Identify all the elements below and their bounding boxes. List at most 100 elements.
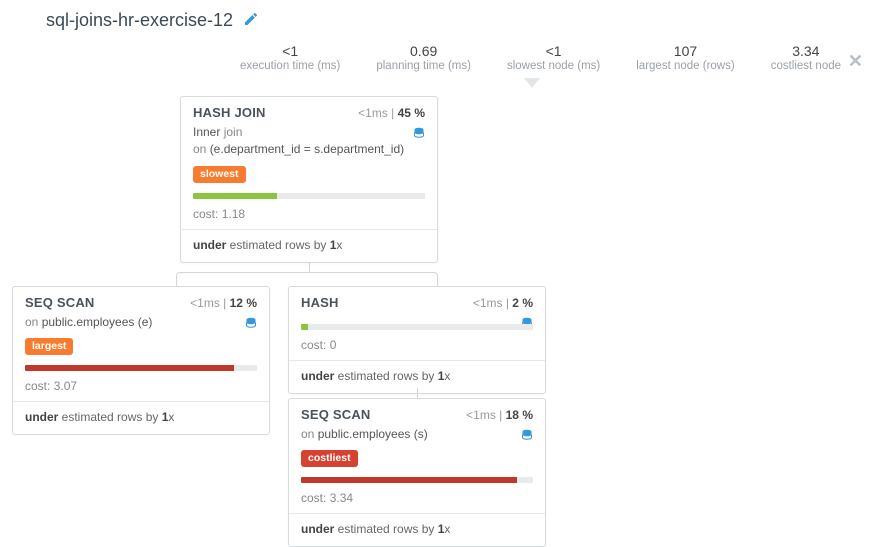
node-header: SEQ SCAN <1ms | 12 % — [13, 287, 269, 312]
node-cost: cost: 0 — [289, 336, 545, 360]
cost-val: 3.34 — [330, 491, 353, 505]
badge-slowest: slowest — [193, 166, 246, 183]
pct-val: 2 — [512, 296, 519, 310]
node-hash-join[interactable]: HASH JOIN <1ms | 45 % Inner join on (e.d… — [180, 96, 438, 263]
node-hash[interactable]: HASH <1ms | 2 % cost: 0 under estimated … — [288, 286, 546, 394]
cost-label: cost: — [301, 338, 330, 352]
pct-val: 45 — [398, 106, 411, 120]
time-unit: ms — [480, 408, 496, 422]
cost-val: 0 — [330, 338, 337, 352]
under-b: estimated rows by — [58, 410, 161, 424]
bar-fill — [25, 365, 234, 371]
node-seq-scan-employees-s[interactable]: SEQ SCAN <1ms | 18 % on public.employees… — [288, 398, 546, 547]
stat-largest-node: 107 largest node (rows) — [636, 43, 734, 72]
plan-tree: HASH JOIN <1ms | 45 % Inner join on (e.d… — [0, 82, 893, 542]
stats-row: <1 execution time (ms) 0.69 planning tim… — [0, 37, 893, 82]
stat-costliest-node: 3.34 costliest node — [771, 43, 841, 72]
bar-fill — [301, 324, 308, 330]
node-cost: cost: 3.07 — [13, 377, 269, 401]
page-title: sql-joins-hr-exercise-12 — [46, 10, 233, 31]
stat-label: planning time (ms) — [376, 60, 471, 72]
detail-grey: join — [224, 125, 243, 139]
under-a: under — [25, 410, 58, 424]
node-timing: <1ms | 12 % — [190, 296, 257, 310]
node-timing: <1ms | 2 % — [473, 296, 533, 310]
under-a: under — [193, 238, 226, 252]
stat-label: largest node (rows) — [636, 60, 734, 72]
close-icon[interactable]: ✕ — [848, 51, 863, 72]
stat-planning-time: 0.69 planning time (ms) — [376, 43, 471, 72]
connector — [176, 272, 438, 286]
node-detail: on public.employees (s) — [289, 424, 545, 449]
progress-bar — [25, 365, 257, 371]
bar-fill — [301, 477, 517, 483]
time-unit: ms — [204, 296, 220, 310]
detail-cond: public.employees (e) — [42, 315, 153, 329]
node-detail — [289, 312, 545, 320]
node-timing: <1ms | 45 % — [358, 106, 425, 120]
node-title: SEQ SCAN — [301, 407, 371, 422]
detail-cond: public.employees (s) — [318, 427, 428, 441]
edit-icon[interactable] — [243, 11, 259, 30]
detail-on: on — [25, 315, 42, 329]
pointer-top — [524, 78, 540, 88]
stat-execution-time: <1 execution time (ms) — [240, 43, 340, 72]
stat-slowest-node: <1 slowest node (ms) — [507, 43, 600, 72]
stat-label: execution time (ms) — [240, 60, 340, 72]
cost-label: cost: — [301, 491, 330, 505]
progress-bar — [301, 324, 533, 330]
node-title: SEQ SCAN — [25, 295, 95, 310]
connector-line — [417, 388, 418, 398]
progress-bar — [193, 193, 425, 199]
node-header: HASH <1ms | 2 % — [289, 287, 545, 312]
detail-cond: (e.department_id = s.department_id) — [210, 142, 404, 156]
under-d: x — [168, 410, 174, 424]
badge-costliest: costliest — [301, 450, 358, 467]
under-d: x — [444, 522, 450, 536]
detail-on: on — [193, 142, 210, 156]
stat-value: <1 — [507, 43, 600, 59]
under-b: estimated rows by — [334, 369, 437, 383]
node-cost: cost: 1.18 — [181, 205, 437, 229]
database-icon — [521, 428, 533, 447]
node-cost: cost: 3.34 — [289, 489, 545, 513]
row-estimate: under estimated rows by 1x — [289, 514, 545, 546]
under-b: estimated rows by — [226, 238, 329, 252]
row-estimate: under estimated rows by 1x — [181, 230, 437, 262]
under-d: x — [336, 238, 342, 252]
time-val: <1 — [190, 296, 204, 310]
time-val: <1 — [473, 296, 487, 310]
header: sql-joins-hr-exercise-12 — [0, 0, 893, 37]
row-estimate: under estimated rows by 1x — [13, 402, 269, 434]
under-b: estimated rows by — [334, 522, 437, 536]
time-val: <1 — [358, 106, 372, 120]
stat-label: slowest node (ms) — [507, 60, 600, 72]
node-timing: <1ms | 18 % — [466, 408, 533, 422]
node-header: HASH JOIN <1ms | 45 % — [181, 97, 437, 122]
badge-largest: largest — [25, 338, 73, 355]
database-icon — [413, 126, 425, 145]
stat-value: 107 — [636, 43, 734, 59]
cost-label: cost: — [193, 207, 222, 221]
cost-label: cost: — [25, 379, 54, 393]
under-a: under — [301, 369, 334, 383]
time-val: <1 — [466, 408, 480, 422]
connector-line — [309, 262, 310, 272]
pct-val: 12 — [230, 296, 243, 310]
under-d: x — [444, 369, 450, 383]
bar-fill — [193, 193, 277, 199]
node-detail: on public.employees (e) — [13, 312, 269, 337]
cost-val: 3.07 — [54, 379, 77, 393]
cost-val: 1.18 — [222, 207, 245, 221]
stat-value: 3.34 — [771, 43, 841, 59]
node-seq-scan-employees-e[interactable]: SEQ SCAN <1ms | 12 % on public.employees… — [12, 286, 270, 435]
detail-kw: Inner — [193, 125, 224, 139]
database-icon — [245, 316, 257, 335]
time-unit: ms — [372, 106, 388, 120]
node-detail: Inner join on (e.department_id = s.depar… — [181, 122, 437, 165]
progress-bar — [301, 477, 533, 483]
node-header: SEQ SCAN <1ms | 18 % — [289, 399, 545, 424]
time-unit: ms — [487, 296, 503, 310]
under-a: under — [301, 522, 334, 536]
node-title: HASH JOIN — [193, 105, 266, 120]
